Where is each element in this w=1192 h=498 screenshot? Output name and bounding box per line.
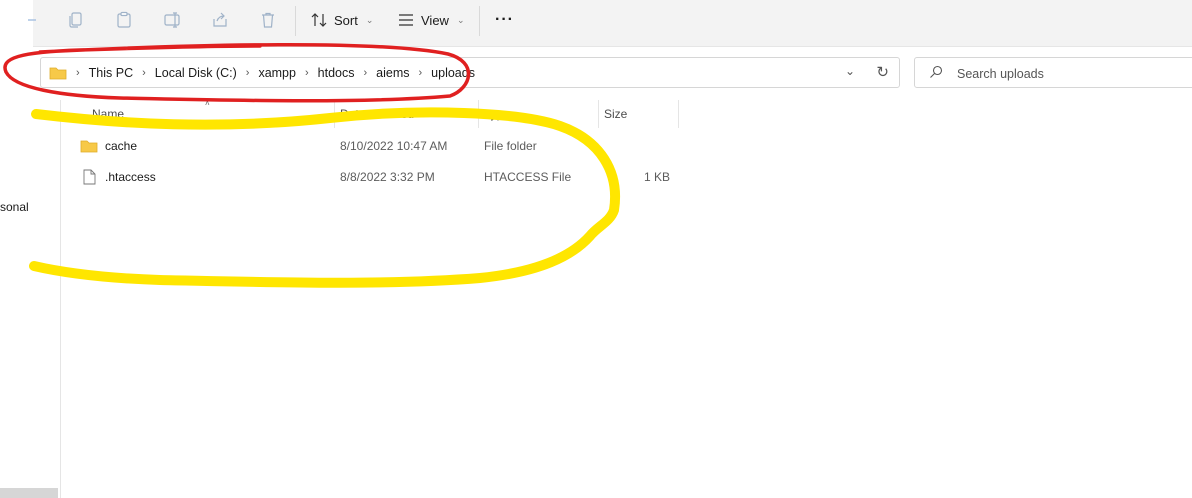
chevron-right-icon[interactable]: › <box>246 67 250 79</box>
file-date: 8/10/2022 10:47 AM <box>340 139 448 153</box>
view-icon <box>399 14 413 26</box>
view-label: View <box>421 12 449 28</box>
column-header-type[interactable]: Type <box>478 104 510 124</box>
toolbar-separator <box>479 6 480 36</box>
folder-icon <box>49 67 67 79</box>
breadcrumb-local-disk[interactable]: Local Disk (C:) <box>155 66 237 80</box>
chevron-right-icon: › <box>76 66 80 79</box>
chevron-down-icon[interactable]: ⌄ <box>845 64 855 78</box>
file-size <box>596 132 670 160</box>
delete-icon[interactable] <box>257 10 279 30</box>
chevron-down-icon: ⌄ <box>456 14 465 25</box>
file-name: cache <box>105 139 138 153</box>
breadcrumb-xampp[interactable]: xampp <box>258 66 296 80</box>
search-icon <box>930 65 943 78</box>
file-name-cell: cache <box>80 132 137 160</box>
breadcrumb-htdocs[interactable]: htdocs <box>318 66 355 80</box>
sort-button[interactable]: Sort ⌄ <box>310 8 373 32</box>
breadcrumb: › This PC › Local Disk (C:) › xampp › ht… <box>49 58 475 87</box>
paste-icon[interactable] <box>113 10 135 30</box>
folder-icon <box>80 140 98 153</box>
file-size: 1 KB <box>643 170 670 184</box>
column-header-name[interactable]: Name <box>86 104 124 124</box>
chevron-right-icon[interactable]: › <box>305 67 309 79</box>
search-input[interactable] <box>955 58 1189 89</box>
chevron-down-icon: ⌄ <box>365 14 374 25</box>
file-date: 8/8/2022 3:32 PM <box>340 170 435 184</box>
file-name-cell: .htaccess <box>80 163 156 191</box>
breadcrumb-this-pc[interactable]: This PC <box>89 66 133 80</box>
new-icon[interactable] <box>23 10 45 30</box>
address-bar[interactable]: › This PC › Local Disk (C:) › xampp › ht… <box>40 57 900 88</box>
chevron-right-icon[interactable]: › <box>363 67 367 79</box>
column-divider[interactable] <box>678 100 679 128</box>
more-icon: ··· <box>495 11 514 28</box>
sort-icon <box>311 13 327 27</box>
more-options-button[interactable]: ··· <box>495 8 514 32</box>
command-bar: Sort ⌄ View ⌄ ··· <box>28 0 1192 47</box>
breadcrumb-aiems[interactable]: aiems <box>376 66 409 80</box>
toolbar-separator <box>295 6 296 36</box>
view-button[interactable]: View ⌄ <box>397 8 465 32</box>
sort-caret-icon: ˄ <box>205 99 210 108</box>
column-header-size[interactable]: Size <box>598 104 627 124</box>
rename-icon[interactable] <box>161 10 183 30</box>
file-row[interactable]: cache 8/10/2022 10:47 AM File folder <box>76 132 680 160</box>
file-type: File folder <box>484 139 537 153</box>
file-type: HTACCESS File <box>484 170 572 184</box>
search-box[interactable] <box>914 57 1192 89</box>
chevron-right-icon[interactable]: › <box>142 67 146 79</box>
file-icon <box>83 169 96 185</box>
column-header-date-modified[interactable]: Date modified <box>334 104 414 124</box>
navigation-pane[interactable] <box>0 100 61 498</box>
file-name: .htaccess <box>105 170 156 184</box>
refresh-icon[interactable]: ↻ <box>876 63 889 81</box>
sort-label: Sort <box>334 12 358 28</box>
nav-item-partial-label[interactable]: sonal <box>0 200 29 214</box>
nav-scrollbar[interactable] <box>0 488 58 498</box>
share-icon[interactable] <box>209 10 231 30</box>
chevron-right-icon[interactable]: › <box>419 67 423 79</box>
copy-icon[interactable] <box>65 10 87 30</box>
file-row[interactable]: .htaccess 8/8/2022 3:32 PM HTACCESS File… <box>76 163 680 191</box>
breadcrumb-uploads[interactable]: uploads <box>431 66 475 80</box>
